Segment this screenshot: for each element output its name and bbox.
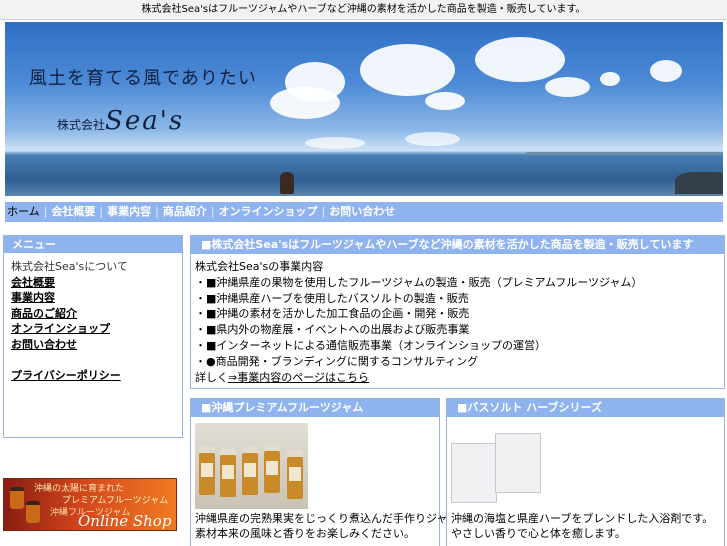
- sidebar-spacer: [11, 352, 182, 368]
- global-nav: ホーム | 会社概要 | 事業内容 | 商品紹介 | オンラインショップ | お問い合わせ: [5, 202, 723, 222]
- banner-line4: Online Shop: [78, 512, 172, 530]
- nav-home[interactable]: ホーム: [5, 202, 42, 222]
- product-title-jam: ■沖縄プレミアムフルーツジャム: [191, 399, 439, 417]
- sidebar-item-shop[interactable]: オンラインショップ: [11, 322, 110, 335]
- product-title-bathsalt: ■バスソルト ハーブシリーズ: [447, 399, 724, 417]
- business-intro-box: ■株式会社Sea'sはフルーツジャムやハーブなど沖縄の素材を活かした商品を製造・…: [190, 235, 725, 389]
- intro-line: 株式会社Sea'sの事業内容: [195, 260, 324, 273]
- jam-jars-photo[interactable]: [195, 423, 308, 509]
- intro-line: ・●商品開発・ブランディングに関するコンサルティング: [195, 354, 479, 368]
- sidebar-item-business[interactable]: 事業内容: [11, 291, 55, 304]
- intro-line: ・■沖縄の素材を活かした加工食品の企画・開発・販売: [195, 307, 470, 321]
- hero-image: 風土を育てる風でありたい 株式会社Sea's: [5, 22, 723, 196]
- sidebar-item-privacy[interactable]: プライバシーポリシー: [11, 369, 121, 382]
- company-logo-text: Sea's: [105, 106, 185, 136]
- business-detail-link[interactable]: ⇒事業内容のページはこちら: [228, 371, 369, 384]
- intro-line: ・■沖縄県産の果物を使用したフルーツジャムの製造・販売（プレミアムフルーツジャム…: [195, 275, 643, 289]
- intro-link-prefix: 詳しく: [195, 370, 228, 384]
- nav-company[interactable]: 会社概要: [49, 202, 97, 222]
- sidebar-item-products[interactable]: 商品のご紹介: [11, 307, 77, 320]
- hero-slogan: 風土を育てる風でありたい: [29, 68, 257, 89]
- person-figure: [280, 172, 294, 194]
- nav-contact[interactable]: お問い合わせ: [327, 202, 397, 222]
- business-intro-title: ■株式会社Sea'sはフルーツジャムやハーブなど沖縄の素材を活かした商品を製造・…: [191, 236, 724, 254]
- product-card-bathsalt: ■バスソルト ハーブシリーズ 沖縄の海塩と県産ハーブをブレンドした入浴剤です。 …: [446, 398, 725, 546]
- intro-line: ・■沖縄県産ハーブを使用したバスソルトの製造・販売: [195, 291, 469, 305]
- online-shop-banner[interactable]: 沖縄の太陽に育まれた プレミアムフルーツジャム 沖縄フルーツジャム Online…: [3, 478, 177, 531]
- sidebar-title: メニュー: [4, 236, 182, 253]
- product-desc-line: やさしい香りで心と体を癒します。: [451, 527, 626, 540]
- sidebar-item-company[interactable]: 会社概要: [11, 276, 55, 289]
- intro-line: ・■県内外の物産展・イベントへの出展および販売事業: [195, 323, 470, 337]
- intro-line: ・■インターネットによる通信販売事業（オンラインショップの運営）: [195, 338, 547, 352]
- bathsalt-packs-photo[interactable]: [451, 423, 541, 503]
- company-prefix: 株式会社: [57, 118, 106, 132]
- product-card-jam: ■沖縄プレミアムフルーツジャム 沖縄県産の完熟果実をじっくり煮込んだ手作りジャム…: [190, 398, 490, 546]
- intro-link-row: 詳しく⇒事業内容のページはこちら: [195, 370, 724, 386]
- nav-products[interactable]: 商品紹介: [161, 202, 209, 222]
- sidebar-item-about[interactable]: 株式会社Sea'sについて: [11, 259, 182, 275]
- nav-business[interactable]: 事業内容: [105, 202, 153, 222]
- sidebar-item-contact[interactable]: お問い合わせ: [11, 338, 77, 351]
- sidebar-menu: メニュー 株式会社Sea'sについて 会社概要 事業内容 商品のご紹介 オンライ…: [3, 235, 183, 438]
- nav-online-shop[interactable]: オンラインショップ: [217, 202, 320, 222]
- company-logo: 株式会社Sea's: [57, 106, 184, 136]
- top-banner-text: 株式会社Sea'sはフルーツジャムやハーブなど沖縄の素材を活かした商品を製造・販…: [0, 0, 727, 20]
- product-desc-line: 沖縄の海塩と県産ハーブをブレンドした入浴剤です。: [451, 512, 714, 525]
